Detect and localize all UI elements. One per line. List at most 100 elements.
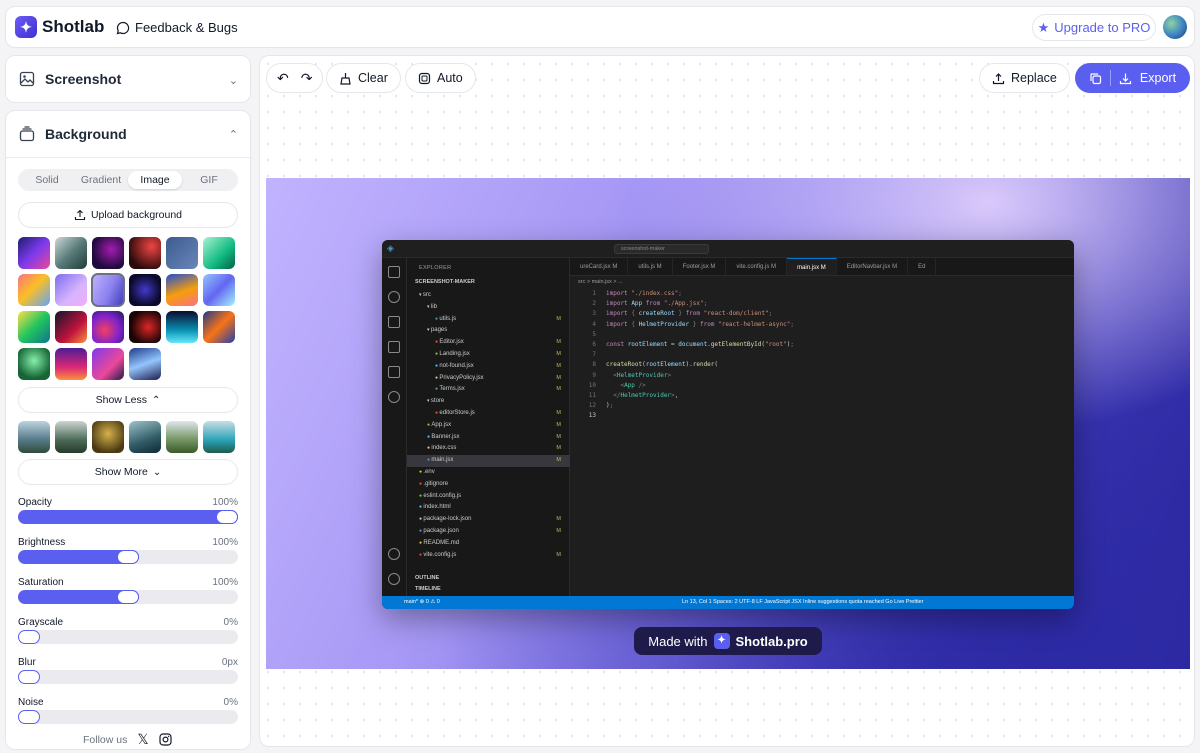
extensions-icon[interactable] [388,366,400,378]
file-tree-item[interactable]: ● .gitignore [407,479,570,491]
slider-handle[interactable] [117,590,139,604]
copy-icon[interactable] [1089,72,1102,85]
background-thumbnail[interactable] [55,274,87,306]
slider-handle[interactable] [216,510,238,524]
file-tree-item[interactable]: ▾ lib [407,302,570,314]
photo-thumbnail[interactable] [166,421,198,453]
chevron-up-icon[interactable]: ⌃ [229,128,238,141]
file-tree-item[interactable]: ● Editor.jsx [407,337,570,349]
background-thumbnail[interactable] [55,348,87,380]
background-thumbnail[interactable] [129,274,161,306]
editor-tab[interactable]: Footer.jsx M [673,258,727,275]
status-left[interactable]: main* ⊗ 0 ⚠ 0 [404,596,440,609]
run-debug-icon[interactable] [388,341,400,353]
upgrade-button[interactable]: ★ Upgrade to PRO [1032,14,1156,41]
screenshot-section[interactable]: Screenshot ⌄ [5,55,251,103]
file-tree-item[interactable]: ▾ store [407,396,570,408]
background-thumbnail[interactable] [18,274,50,306]
avatar[interactable] [1163,15,1187,39]
file-tree-item[interactable]: ● eslint.config.js [407,491,570,503]
feedback-link[interactable]: Feedback & Bugs [116,20,238,35]
file-tree-item[interactable]: ● main.jsx [407,455,570,467]
file-tree-item[interactable]: ● README.md [407,538,570,550]
upload-background-button[interactable]: Upload background [18,202,238,228]
redo-icon[interactable]: ↷ [301,70,313,87]
clear-button[interactable]: Clear [326,63,401,93]
auto-button[interactable]: Auto [405,63,476,93]
file-tree-item[interactable]: ▾ src [407,290,570,302]
background-thumbnail[interactable] [18,237,50,269]
photo-thumbnail[interactable] [92,421,124,453]
file-tree-item[interactable]: ● index.css [407,443,570,455]
background-thumbnail[interactable] [92,348,124,380]
background-thumbnail-selected[interactable] [91,273,125,307]
settings-gear-icon[interactable] [388,573,400,585]
slider-track[interactable] [18,590,238,604]
background-thumbnail[interactable] [129,348,161,380]
background-thumbnail[interactable] [166,311,198,343]
file-tree-item[interactable]: ● Landing.jsx [407,349,570,361]
show-less-button[interactable]: Show Less ⌃ [18,387,238,413]
timeline-label[interactable]: TIMELINE [415,586,441,592]
file-tree-item[interactable]: ● .env [407,467,570,479]
file-tree-item[interactable]: ● vite.config.js [407,550,570,562]
file-tree-item[interactable]: ▾ pages [407,325,570,337]
background-thumbnail[interactable] [203,311,235,343]
background-thumbnail[interactable] [129,237,161,269]
slider-track[interactable] [18,550,238,564]
photo-thumbnail[interactable] [129,421,161,453]
chevron-down-icon[interactable]: ⌄ [229,74,238,87]
editor-tab[interactable]: utils.js M [628,258,673,275]
undo-icon[interactable]: ↶ [277,70,289,87]
background-thumbnail[interactable] [18,348,50,380]
slider-handle[interactable] [117,550,139,564]
background-thumbnail[interactable] [166,274,198,306]
file-tree-item[interactable]: ● Banner.jsx [407,432,570,444]
photo-thumbnail[interactable] [203,421,235,453]
editor-tab[interactable]: EditorNavbar.jsx M [837,258,909,275]
slider-handle[interactable] [18,630,40,644]
background-thumbnail[interactable] [92,237,124,269]
editor-tab[interactable]: vite.config.js M [726,258,788,275]
files-icon[interactable] [388,266,400,278]
background-thumbnail[interactable] [203,237,235,269]
screenshot-window[interactable]: ◈ screenshot-maker EXPLORER SCREENSHOT-M… [382,240,1074,609]
file-tree-item[interactable]: ● Terms.jsx [407,384,570,396]
photo-thumbnail[interactable] [55,421,87,453]
file-tree-item[interactable]: ● PrivacyPolicy.jsx [407,373,570,385]
file-tree-item[interactable]: ● index.html [407,502,570,514]
tab-solid[interactable]: Solid [20,171,74,189]
slider-track[interactable] [18,630,238,644]
file-tree-item[interactable]: ● editorStore.js [407,408,570,420]
slider-track[interactable] [18,670,238,684]
file-tree-item[interactable]: ● package-lock.json [407,514,570,526]
background-thumbnail[interactable] [203,274,235,306]
slider-track[interactable] [18,510,238,524]
slider-handle[interactable] [18,710,40,724]
instagram-icon[interactable] [159,733,172,746]
editor-tab[interactable]: ureCard.jsx M [570,258,629,275]
brand-name[interactable]: Shotlab [42,17,104,37]
background-thumbnail[interactable] [55,311,87,343]
x-icon[interactable]: 𝕏 [137,731,148,748]
outline-label[interactable]: OUTLINE [415,575,439,581]
file-tree-item[interactable]: ● package.json [407,526,570,538]
remote-icon[interactable] [388,391,400,403]
source-control-icon[interactable] [388,316,400,328]
background-section-header[interactable]: Background [19,126,127,142]
background-thumbnail[interactable] [166,237,198,269]
editor-tab[interactable]: main.jsx M [787,258,837,275]
tab-gif[interactable]: GIF [182,171,236,189]
file-tree-item[interactable]: ● utils.js [407,314,570,326]
photo-thumbnail[interactable] [18,421,50,453]
tab-gradient[interactable]: Gradient [74,171,128,189]
background-thumbnail[interactable] [55,237,87,269]
export-button[interactable]: Export [1075,63,1190,93]
tab-image[interactable]: Image [128,171,182,189]
editor-tab[interactable]: Ed [908,258,937,275]
search-icon[interactable] [388,291,400,303]
slider-track[interactable] [18,710,238,724]
background-thumbnail[interactable] [92,311,124,343]
shotlab-logo-icon[interactable]: ✦ [15,16,37,38]
replace-button[interactable]: Replace [979,63,1070,93]
